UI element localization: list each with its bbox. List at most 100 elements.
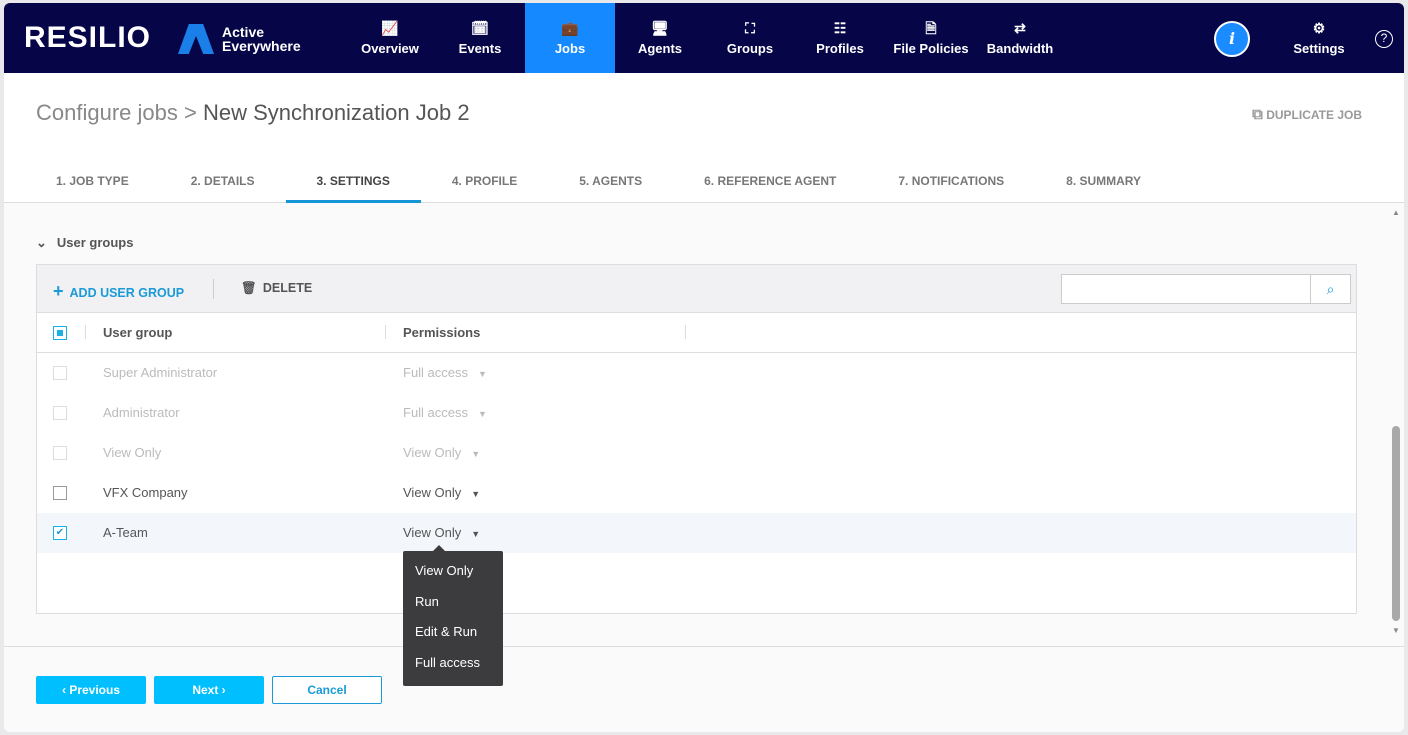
column-header-user-group[interactable]: User group [103, 325, 172, 340]
user-group-name: View Only [103, 445, 162, 460]
menu-item-edit-run[interactable]: Edit & Run [403, 622, 503, 653]
scroll-down-icon[interactable]: ▼ [1392, 626, 1400, 635]
resilio-logo: RESILIO [24, 21, 152, 54]
chart-icon: 📈 [381, 19, 399, 36]
tab-notifications[interactable]: 7. NOTIFICATIONS [867, 161, 1035, 203]
page-header: Configure jobs > New Synchronization Job… [4, 73, 1404, 203]
brand-line1: Active [222, 24, 265, 40]
duplicate-job-button[interactable]: ⧉ DUPLICATE JOB [1252, 106, 1362, 123]
tab-reference-agent[interactable]: 6. REFERENCE AGENT [673, 161, 867, 203]
arrows-icon: ⇄ [1014, 19, 1026, 36]
tab-profile[interactable]: 4. PROFILE [421, 161, 548, 203]
tab-agents[interactable]: 5. AGENTS [548, 161, 673, 203]
file-policy-icon: 🗎 [925, 19, 937, 36]
user-groups-table: + ADD USER GROUP 🗑 DELETE ⌕ User group Per… [36, 264, 1357, 614]
table-row: Administrator Full access ▼ [37, 393, 1356, 433]
search-icon[interactable]: ⌕ [1310, 275, 1350, 303]
row-checkbox[interactable] [53, 486, 67, 500]
permission-select: Full access ▼ [403, 405, 487, 420]
nav-settings[interactable]: ⚙ Settings [1274, 3, 1364, 73]
nav-label: File Policies [893, 40, 969, 56]
column-divider [385, 325, 386, 339]
tab-summary[interactable]: 8. SUMMARY [1035, 161, 1172, 203]
permission-value: View Only [403, 525, 462, 540]
next-button[interactable]: Next › [154, 676, 264, 704]
row-checkbox [53, 406, 67, 420]
nav-label: Overview [361, 40, 419, 56]
trash-icon: 🗑 [241, 281, 257, 295]
info-icon[interactable]: i [1214, 21, 1250, 57]
tab-settings[interactable]: 3. SETTINGS [285, 161, 421, 203]
scroll-up-icon[interactable]: ▲ [1392, 208, 1400, 217]
nav-jobs[interactable]: 💼 Jobs [525, 3, 615, 73]
previous-button[interactable]: ‹ Previous [36, 676, 146, 704]
top-nav: RESILIO Active Everywhere 📈 Overview 🗓 Even… [4, 3, 1404, 73]
row-checkbox [53, 446, 67, 460]
column-header-permissions[interactable]: Permissions [403, 325, 480, 340]
nav-label: Jobs [554, 40, 586, 56]
column-divider [685, 325, 686, 339]
menu-item-run[interactable]: Run [403, 592, 503, 623]
table-row[interactable]: VFX Company View Only ▼ [37, 473, 1356, 513]
permission-select: Full access ▼ [403, 365, 487, 380]
user-group-name: A-Team [103, 525, 148, 540]
search-field: ⌕ [1061, 274, 1351, 304]
breadcrumb-parent[interactable]: Configure jobs [36, 100, 178, 125]
caret-down-icon: ▼ [478, 369, 487, 379]
agent-icon: 🖥 [651, 19, 669, 36]
scrollbar-thumb[interactable] [1392, 426, 1400, 621]
caret-down-icon: ▼ [478, 409, 487, 419]
permission-value: View Only [403, 445, 462, 460]
caret-down-icon: ▼ [471, 449, 481, 459]
permission-select: View Only ▼ [403, 445, 480, 460]
nav-label: Bandwidth [986, 40, 1054, 56]
user-group-name: VFX Company [103, 485, 188, 500]
column-divider [85, 325, 86, 339]
select-all-checkbox[interactable] [53, 326, 67, 340]
add-user-group-button[interactable]: + ADD USER GROUP [53, 281, 184, 302]
permission-value: Full access [403, 365, 469, 380]
permission-dropdown-menu: View Only Run Edit & Run Full access [403, 545, 503, 686]
nav-bandwidth[interactable]: ⇄ Bandwidth [975, 3, 1065, 73]
brand-mark-icon [178, 24, 214, 54]
tab-details[interactable]: 2. DETAILS [160, 161, 286, 203]
caret-down-icon: ▼ [471, 489, 481, 499]
nav-groups[interactable]: ⛶ Groups [705, 3, 795, 73]
delete-button[interactable]: 🗑 DELETE [241, 281, 312, 296]
user-groups-section-toggle[interactable]: ⌄ User groups [36, 235, 133, 251]
scrollbar[interactable]: ▲ ▼ [1392, 208, 1400, 638]
calendar-icon: 🗓 [471, 19, 489, 36]
cancel-button[interactable]: Cancel [272, 676, 382, 704]
divider [213, 279, 214, 299]
groups-icon: ⛶ [745, 19, 755, 36]
nav-file-policies[interactable]: 🗎 File Policies [886, 3, 976, 73]
app-window: RESILIO Active Everywhere 📈 Overview 🗓 Even… [4, 3, 1404, 732]
row-checkbox [53, 366, 67, 380]
permission-select[interactable]: View Only ▼ [403, 525, 480, 540]
nav-label: Settings [1293, 40, 1345, 56]
footer: ‹ Previous Next › Cancel [4, 646, 1404, 732]
gear-icon: ⚙ [1312, 19, 1326, 36]
plus-icon: + [53, 281, 64, 301]
table-row[interactable]: ✔ A-Team View Only ▼ [37, 513, 1356, 553]
nav-agents[interactable]: 🖥 Agents [615, 3, 705, 73]
menu-item-view-only[interactable]: View Only [403, 561, 503, 592]
menu-item-full-access[interactable]: Full access [403, 653, 503, 684]
nav-overview[interactable]: 📈 Overview [345, 3, 435, 73]
table-header: User group Permissions [37, 313, 1356, 353]
nav-events[interactable]: 🗓 Events [435, 3, 525, 73]
permission-select[interactable]: View Only ▼ [403, 485, 480, 500]
wizard-tabs: 1. JOB TYPE 2. DETAILS 3. SETTINGS 4. PR… [4, 161, 1172, 203]
profiles-icon: ☷ [833, 19, 847, 36]
delete-label: DELETE [262, 281, 313, 295]
tab-job-type[interactable]: 1. JOB TYPE [4, 161, 160, 203]
nav-profiles[interactable]: ☷ Profiles [795, 3, 885, 73]
row-checkbox[interactable]: ✔ [53, 526, 67, 540]
user-group-name: Administrator [103, 405, 180, 420]
active-everywhere-logo: Active Everywhere [178, 24, 301, 54]
section-title: User groups [56, 235, 134, 250]
nav-label: Profiles [816, 40, 864, 56]
search-input[interactable] [1066, 275, 1311, 301]
help-icon[interactable]: ? [1375, 30, 1393, 48]
page-title: New Synchronization Job 2 [202, 100, 470, 125]
